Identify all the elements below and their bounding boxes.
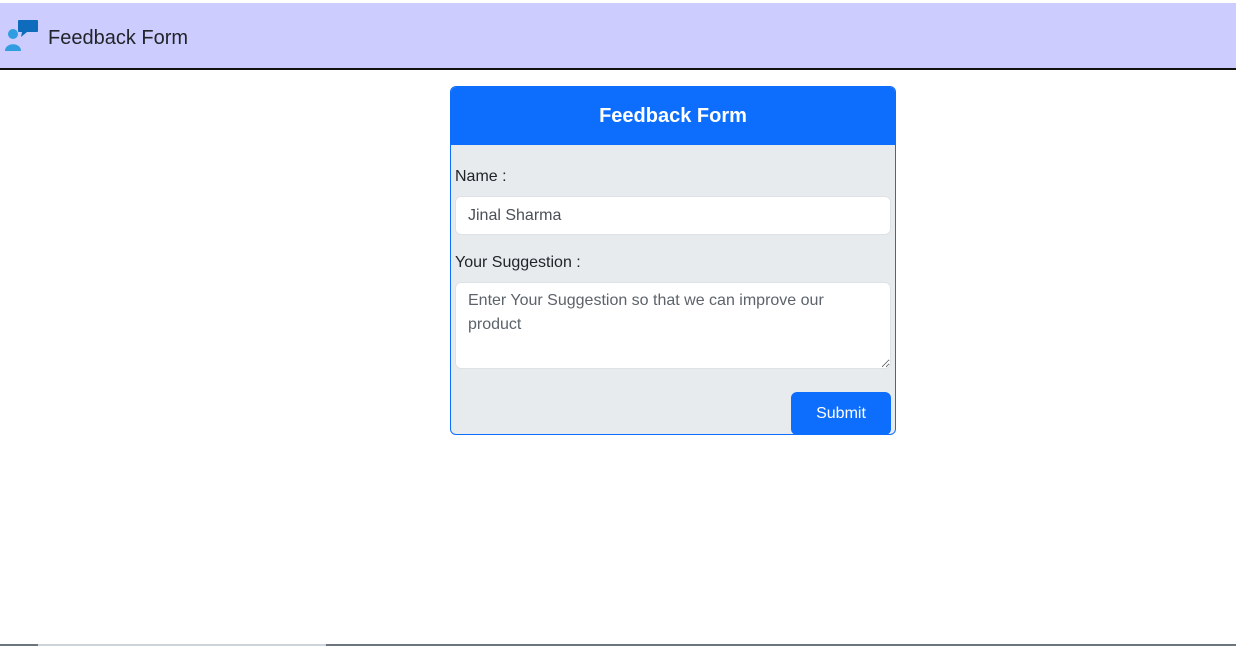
name-input[interactable] (455, 196, 891, 235)
navbar: Feedback Form (0, 3, 1236, 70)
suggestion-label: Your Suggestion : (455, 254, 581, 271)
navbar-title[interactable]: Feedback Form (48, 25, 188, 51)
feedback-card: Feedback Form Name : Your Suggestion : S… (450, 86, 896, 435)
feedback-chat-icon[interactable] (4, 20, 40, 54)
name-label: Name : (455, 168, 507, 185)
submit-button[interactable]: Submit (791, 392, 891, 434)
suggestion-textarea[interactable] (455, 282, 891, 369)
card-header: Feedback Form (451, 87, 895, 145)
card-title: Feedback Form (599, 104, 747, 127)
